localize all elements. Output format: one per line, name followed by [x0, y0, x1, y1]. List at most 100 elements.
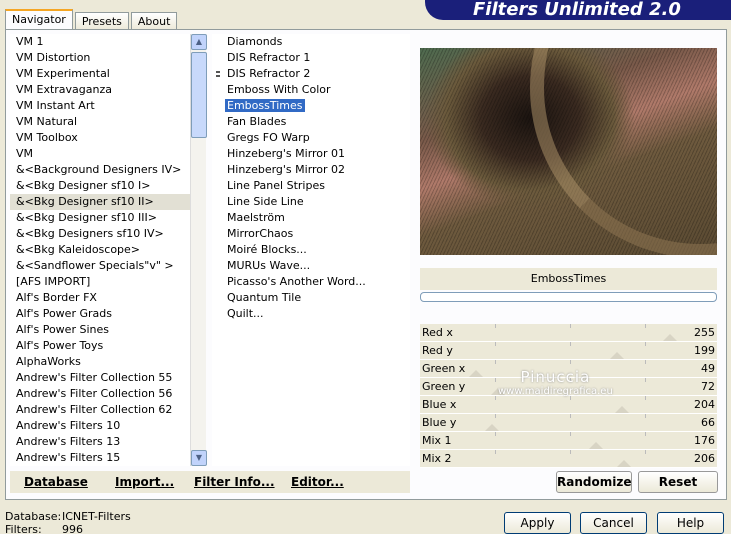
category-item[interactable]: VM Extravaganza: [10, 82, 190, 98]
filter-item-label: DIS Refractor 2: [227, 67, 311, 80]
filter-item[interactable]: Picasso's Another Word...: [212, 274, 410, 290]
reset-button[interactable]: Reset: [638, 471, 718, 493]
database-button[interactable]: Database: [24, 475, 88, 489]
category-item[interactable]: Alf's Power Toys: [10, 338, 190, 354]
category-item[interactable]: Alf's Power Sines: [10, 322, 190, 338]
import-button[interactable]: Import...: [115, 475, 174, 489]
category-item[interactable]: VM Distortion: [10, 50, 190, 66]
slider-value: 206: [694, 452, 715, 465]
slider-thumb[interactable]: [617, 460, 631, 467]
filter-item[interactable]: Line Panel Stripes: [212, 178, 410, 194]
filter-name-label: EmbossTimes: [420, 268, 717, 290]
scroll-down-arrow-icon[interactable]: ▼: [191, 450, 207, 466]
filter-item[interactable]: Hinzeberg's Mirror 01: [212, 146, 410, 162]
help-button[interactable]: Help: [657, 512, 724, 534]
slider-row[interactable]: Red y 199: [420, 342, 717, 360]
category-scrollbar[interactable]: ▲ ▼: [190, 34, 207, 466]
category-item[interactable]: &<Bkg Designers sf10 IV>: [10, 226, 190, 242]
filter-item[interactable]: Gregs FO Warp: [212, 130, 410, 146]
filter-info-button[interactable]: Filter Info...: [194, 475, 275, 489]
filter-item[interactable]: Emboss With Color: [212, 82, 410, 98]
category-item[interactable]: Alf's Power Grads: [10, 306, 190, 322]
slider-row[interactable]: Blue x 204: [420, 396, 717, 414]
category-item[interactable]: &<Sandflower Specials"v" >: [10, 258, 190, 274]
category-list[interactable]: VM 1 VM Distortion VM Experimental VM Extra…: [10, 34, 190, 466]
slider-row[interactable]: Red x 255: [420, 324, 717, 342]
scroll-up-arrow-icon[interactable]: ▲: [191, 34, 207, 50]
filter-item-label: MirrorChaos: [227, 227, 294, 240]
category-item[interactable]: &<Background Designers IV>: [10, 162, 190, 178]
category-item[interactable]: VM: [10, 146, 190, 162]
category-item[interactable]: &<Bkg Designer sf10 III>: [10, 210, 190, 226]
filter-item[interactable]: Fan Blades: [212, 114, 410, 130]
category-item[interactable]: &<Bkg Designer sf10 I>: [10, 178, 190, 194]
filter-item[interactable]: Quilt...: [212, 306, 410, 322]
slider-thumb[interactable]: [610, 352, 624, 359]
tab-navigator[interactable]: Navigator: [5, 9, 73, 30]
slider-row[interactable]: Blue y 66: [420, 414, 717, 432]
filter-item[interactable]: Moiré Blocks...: [212, 242, 410, 258]
slider-thumb[interactable]: [485, 424, 499, 431]
slider-value: 49: [701, 362, 715, 375]
randomize-button[interactable]: Randomize: [556, 471, 632, 493]
slider-value: 199: [694, 344, 715, 357]
filter-item-label: Diamonds: [227, 35, 283, 48]
slider-value: 72: [701, 380, 715, 393]
slider-thumb[interactable]: [589, 442, 603, 449]
slider-tick: [645, 342, 646, 346]
filter-item[interactable]: DIS Refractor 2: [212, 66, 410, 82]
slider-thumb[interactable]: [663, 334, 677, 341]
slider-tick: [570, 432, 571, 436]
category-item[interactable]: [AFS IMPORT]: [10, 274, 190, 290]
category-item[interactable]: Andrew's Filters 13: [10, 434, 190, 450]
app-banner: Filters Unlimited 2.0: [425, 0, 731, 20]
filter-item[interactable]: MURUs Wave...: [212, 258, 410, 274]
category-item[interactable]: Alf's Border FX: [10, 290, 190, 306]
filter-item[interactable]: Diamonds: [212, 34, 410, 50]
category-item[interactable]: VM Experimental: [10, 66, 190, 82]
category-item[interactable]: VM 1: [10, 34, 190, 50]
watermark-name: Pinuccia: [520, 368, 591, 386]
category-item[interactable]: Andrew's Filter Collection 56: [10, 386, 190, 402]
tab-presets[interactable]: Presets: [74, 12, 129, 30]
cancel-button[interactable]: Cancel: [580, 512, 647, 534]
slider-thumb[interactable]: [469, 370, 483, 377]
category-item[interactable]: Andrew's Filters 15: [10, 450, 190, 466]
scroll-thumb[interactable]: [191, 52, 207, 138]
category-item[interactable]: Andrew's Filter Collection 62: [10, 402, 190, 418]
apply-button[interactable]: Apply: [504, 512, 571, 534]
filter-item-label: Moiré Blocks...: [227, 243, 307, 256]
editor-button[interactable]: Editor...: [291, 475, 344, 489]
filter-item[interactable]: Maelström: [212, 210, 410, 226]
slider-label: Mix 2: [422, 452, 452, 465]
filter-item[interactable]: Quantum Tile: [212, 290, 410, 306]
filter-item[interactable]: EmbossTimes: [212, 98, 410, 114]
filter-item[interactable]: Hinzeberg's Mirror 02: [212, 162, 410, 178]
database-status-label: Database:: [5, 510, 62, 523]
slider-label: Mix 1: [422, 434, 452, 447]
slider-thumb[interactable]: [615, 406, 629, 413]
filter-item[interactable]: Line Side Line: [212, 194, 410, 210]
slider-tick: [495, 342, 496, 346]
slider-row[interactable]: Mix 1 176: [420, 432, 717, 450]
slider-tick: [645, 360, 646, 364]
category-item[interactable]: VM Toolbox: [10, 130, 190, 146]
filter-list[interactable]: Diamonds DIS Refractor 1 DIS Refractor 2 Em…: [212, 34, 410, 466]
category-item[interactable]: &<Bkg Designer sf10 II>: [10, 194, 190, 210]
category-item[interactable]: VM Natural: [10, 114, 190, 130]
slider-label: Green x: [422, 362, 466, 375]
category-item[interactable]: Andrew's Filter Collection 55: [10, 370, 190, 386]
tab-about[interactable]: About: [130, 12, 178, 30]
filters-count-label: Filters:: [5, 523, 42, 534]
slider-tick: [495, 396, 496, 400]
slider-row[interactable]: Mix 2 206: [420, 450, 717, 468]
filter-item[interactable]: MirrorChaos: [212, 226, 410, 242]
category-item[interactable]: VM Instant Art: [10, 98, 190, 114]
filter-item[interactable]: DIS Refractor 1: [212, 50, 410, 66]
filter-item-label: MURUs Wave...: [227, 259, 311, 272]
category-item[interactable]: Andrew's Filters 10: [10, 418, 190, 434]
filter-item-label: Hinzeberg's Mirror 01: [227, 147, 346, 160]
category-item[interactable]: AlphaWorks: [10, 354, 190, 370]
category-item[interactable]: &<Bkg Kaleidoscope>: [10, 242, 190, 258]
slider-tick: [495, 450, 496, 454]
